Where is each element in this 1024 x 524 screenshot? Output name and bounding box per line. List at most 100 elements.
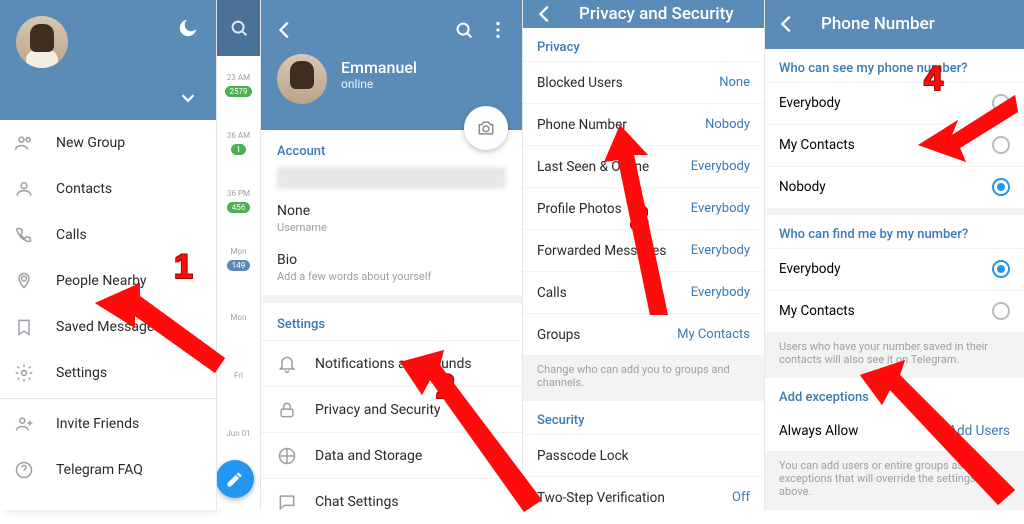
privacy-row[interactable]: GroupsMy Contacts xyxy=(523,313,764,355)
menu-people-nearby[interactable]: People Nearby xyxy=(0,258,216,304)
field-label: Username xyxy=(277,221,506,234)
chat-row[interactable]: Mon xyxy=(217,288,260,346)
menu-new-group[interactable]: New Group xyxy=(0,120,216,166)
compose-fab[interactable] xyxy=(216,460,254,498)
privacy-row[interactable]: Calls Everybody xyxy=(523,271,764,313)
row-data-storage[interactable]: Data and Storage xyxy=(261,432,522,478)
chat-row[interactable]: Mon149 xyxy=(217,230,260,288)
lock-icon xyxy=(277,400,297,420)
redacted-field xyxy=(277,167,506,189)
back-icon[interactable] xyxy=(773,10,801,38)
add-person-icon xyxy=(14,414,36,434)
menu-invite-friends[interactable]: Invite Friends xyxy=(0,401,216,447)
exception-label: Always Allow xyxy=(779,423,858,439)
menu-contacts[interactable]: Contacts xyxy=(0,166,216,212)
row-label: Forwarded Messages xyxy=(537,243,666,259)
unread-badge: 456 xyxy=(227,202,251,213)
radio-icon xyxy=(992,94,1010,112)
chat-row[interactable]: 23 AM2579 xyxy=(217,56,260,114)
menu-settings[interactable]: Settings xyxy=(0,350,216,396)
bell-icon xyxy=(277,354,297,374)
radio-option[interactable]: Nobody xyxy=(765,166,1024,208)
row-value: Everybody xyxy=(691,243,750,258)
option-label: Everybody xyxy=(779,95,840,111)
radio-option[interactable]: Everybody xyxy=(765,82,1024,124)
menu-saved-messages[interactable]: Saved Messages xyxy=(0,304,216,350)
menu-faq[interactable]: Telegram FAQ xyxy=(0,447,216,493)
row-chat-settings[interactable]: Chat Settings xyxy=(261,478,522,510)
header-title: Privacy and Security xyxy=(579,4,734,24)
section-privacy: Privacy xyxy=(523,28,764,61)
radio-icon xyxy=(992,260,1010,278)
search-bar[interactable] xyxy=(217,0,260,56)
row-label: Privacy and Security xyxy=(315,402,441,418)
menu-calls[interactable]: Calls xyxy=(0,212,216,258)
phone-icon xyxy=(14,225,36,245)
privacy-header: Privacy and Security xyxy=(523,0,764,28)
menu-label: Telegram FAQ xyxy=(56,462,143,478)
avatar[interactable] xyxy=(277,54,327,104)
chat-icon xyxy=(277,492,297,511)
chat-row[interactable]: 36 PM456 xyxy=(217,172,260,230)
nearby-icon xyxy=(14,271,36,291)
drawer-panel: New Group Contacts Calls People Nearby S… xyxy=(0,0,216,510)
group-icon xyxy=(14,133,36,153)
exception-row[interactable]: Always Allow Add Users xyxy=(765,411,1024,451)
chat-row[interactable]: Jun 01 xyxy=(217,404,260,462)
row-notifications[interactable]: Notifications and Sounds xyxy=(261,340,522,386)
chat-time: Fri xyxy=(234,371,243,380)
username-field[interactable]: None Username xyxy=(261,197,522,246)
radio-option[interactable]: My Contacts xyxy=(765,290,1024,332)
security-row[interactable]: Two-Step VerificationOff xyxy=(523,476,764,510)
add-users-link[interactable]: Add Users xyxy=(948,423,1010,439)
more-icon[interactable] xyxy=(484,16,512,44)
data-icon xyxy=(277,446,297,466)
search-icon xyxy=(225,14,253,42)
phone-number-panel: Phone Number Who can see my phone number… xyxy=(764,0,1024,510)
person-icon xyxy=(14,179,36,199)
bookmark-icon xyxy=(14,317,36,337)
row-value: None xyxy=(719,75,750,90)
row-label: Blocked Users xyxy=(537,75,623,91)
help-icon xyxy=(14,460,36,480)
menu-label: Calls xyxy=(56,227,87,243)
divider xyxy=(261,295,522,303)
row-privacy[interactable]: Privacy and Security xyxy=(261,386,522,432)
change-photo-fab[interactable] xyxy=(464,106,508,150)
radio-option[interactable]: My Contacts xyxy=(765,124,1024,166)
row-value: Everybody xyxy=(691,285,750,300)
chat-row[interactable]: Fri xyxy=(217,346,260,404)
privacy-row[interactable]: Phone NumberNobody xyxy=(523,103,764,145)
menu-label: Settings xyxy=(56,365,107,381)
security-row[interactable]: Passcode Lock xyxy=(523,434,764,476)
row-value: Off xyxy=(732,490,750,505)
phone-header: Phone Number xyxy=(765,0,1024,49)
row-label: Last Seen & Online xyxy=(537,159,649,175)
row-label: Calls xyxy=(537,285,567,301)
bio-field[interactable]: Bio Add a few words about yourself xyxy=(261,246,522,295)
profile-status: online xyxy=(341,77,417,91)
divider xyxy=(0,398,216,399)
radio-option[interactable]: Everybody xyxy=(765,248,1024,290)
option-label: Nobody xyxy=(779,179,826,195)
unread-badge: 1 xyxy=(231,144,246,155)
section-exceptions: Add exceptions xyxy=(765,378,1024,411)
row-label: Notifications and Sounds xyxy=(315,356,472,372)
menu-label: Invite Friends xyxy=(56,416,139,432)
privacy-row[interactable]: Last Seen & OnlineEverybody xyxy=(523,145,764,187)
chat-row[interactable]: 36 AM1 xyxy=(217,114,260,172)
back-icon[interactable] xyxy=(271,16,299,44)
row-value: Nobody xyxy=(705,117,750,132)
night-mode-icon[interactable] xyxy=(174,14,202,42)
avatar[interactable] xyxy=(16,16,68,68)
privacy-row[interactable]: Profile PhotosEverybody xyxy=(523,187,764,229)
privacy-row[interactable]: Blocked Users None xyxy=(523,61,764,103)
chevron-down-icon[interactable] xyxy=(174,84,202,112)
search-icon[interactable] xyxy=(450,16,478,44)
privacy-row[interactable]: Forwarded Messages Everybody xyxy=(523,229,764,271)
back-icon[interactable] xyxy=(531,0,559,28)
section-settings: Settings xyxy=(261,303,522,340)
profile-name: Emmanuel xyxy=(341,58,417,77)
section-security: Security xyxy=(523,401,764,434)
row-label: Passcode Lock xyxy=(537,448,629,464)
